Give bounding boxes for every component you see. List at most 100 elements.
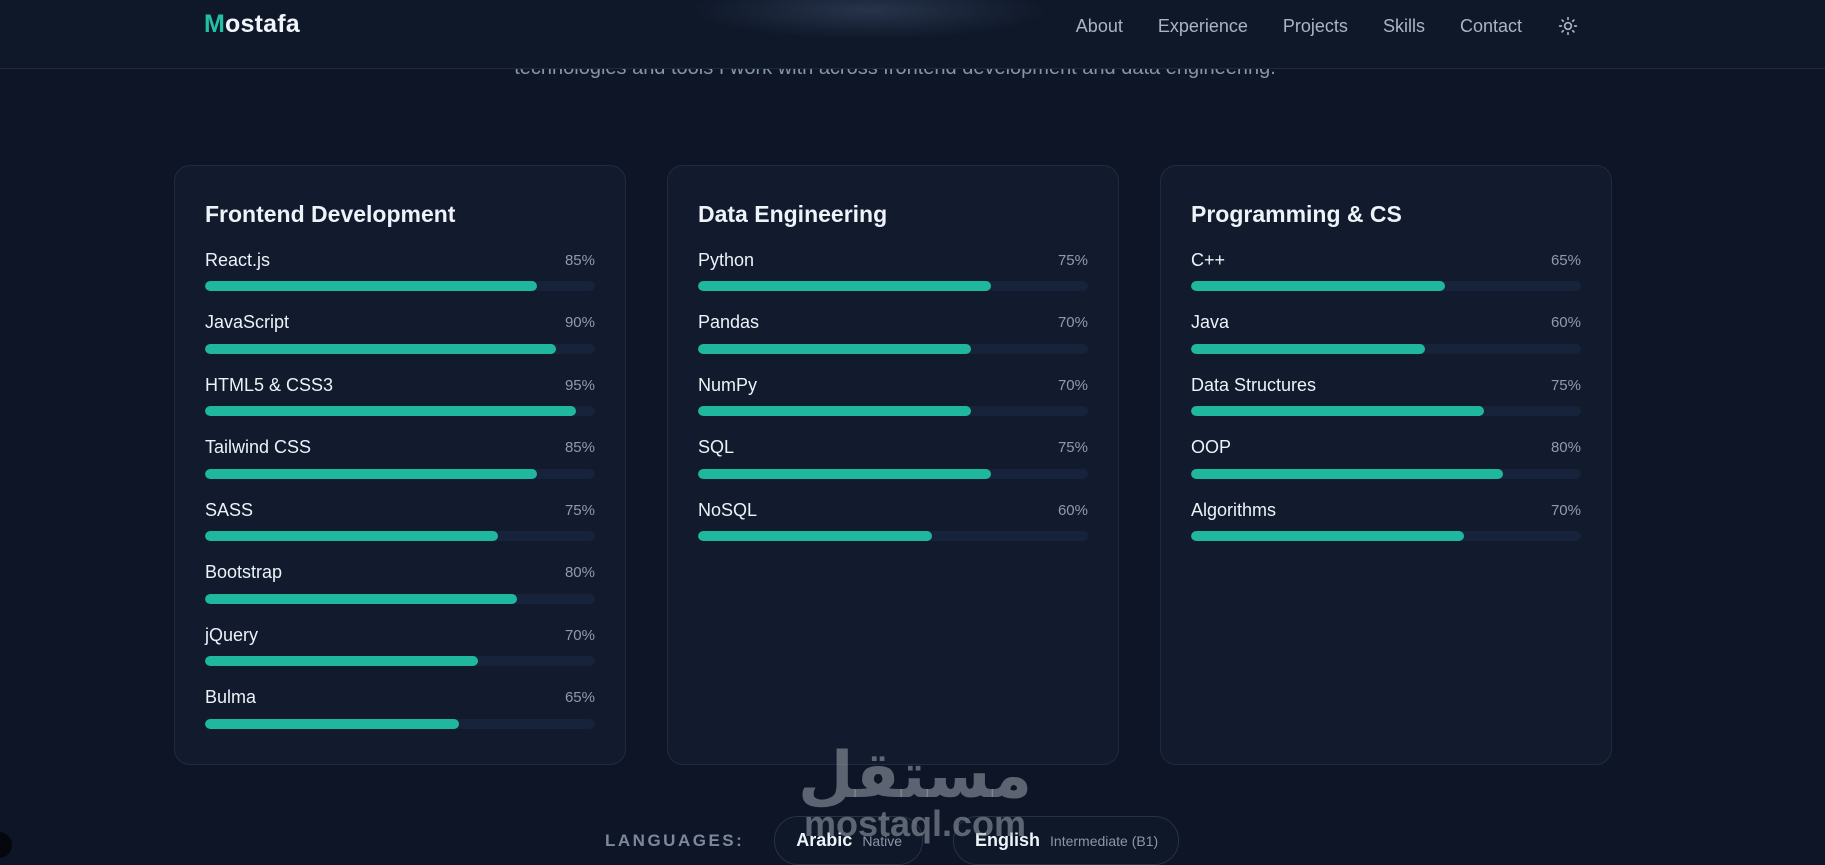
progress-track [205,593,595,604]
progress-track [698,281,1088,291]
nav-link-about[interactable]: About [1076,14,1123,38]
skill-percent: 75% [1057,439,1088,456]
progress-track [698,531,1088,541]
progress-track [698,468,1088,479]
skill-percent: 60% [1057,501,1088,519]
skill-percent: 70% [564,626,595,644]
progress-track [205,281,595,291]
skill-percent: 85% [564,439,595,456]
skill-percent: 70% [1057,314,1088,331]
skill-item: JavaScript 90% [205,311,595,374]
skill-item: Bulma 65% [205,686,595,749]
skill-name: Java [1191,312,1230,332]
progress-fill [205,593,517,604]
skill-name: Algorithms [1191,499,1277,520]
progress-fill [698,343,971,354]
skill-card-data-engineering: Data Engineering Python 75% Pandas 70% Num… [667,165,1119,765]
logo[interactable]: Mostafa [204,10,300,39]
nav-link-skills[interactable]: Skills [1383,14,1425,38]
skill-percent: 75% [1550,376,1581,394]
languages-label: LANGUAGES: [605,830,745,850]
skill-item: HTML5 & CSS3 95% [205,373,595,436]
skill-list: C++ 65% Java 60% Data Structures 75% OOP 80%… [1191,248,1581,561]
skill-item: Bootstrap 80% [205,561,595,624]
language-level: Intermediate (B1) [1050,833,1159,849]
skill-item: SASS 75% [205,498,595,561]
progress-track [1191,406,1581,416]
progress-fill [205,406,576,416]
progress-track [205,718,595,729]
skill-name: NumPy [698,374,758,395]
skill-name: Bulma [205,687,257,707]
logo-initial: M [204,10,226,38]
skill-name: SASS [205,499,254,520]
skill-name: JavaScript [205,312,290,332]
progress-fill [1191,343,1425,354]
skill-item: C++ 65% [1191,248,1581,311]
theme-toggle-button[interactable] [1557,15,1579,37]
progress-track [1191,281,1581,291]
nav-link-contact[interactable]: Contact [1460,14,1522,38]
skill-item: Java 60% [1191,311,1581,374]
progress-track [205,531,595,541]
skill-percent: 90% [564,314,595,331]
progress-fill [1191,468,1503,479]
skill-item: OOP 80% [1191,436,1581,499]
progress-track [698,343,1088,354]
skill-card-programming: Programming & CS C++ 65% Java 60% Data Str… [1160,165,1612,765]
nav-glow [690,0,1050,40]
progress-fill [205,468,537,479]
progress-fill [698,531,932,541]
progress-fill [1191,281,1445,291]
nav-link-experience[interactable]: Experience [1158,14,1248,38]
skill-name: React.js [205,249,271,270]
corner-dot [0,832,12,858]
skill-item: Data Structures 75% [1191,373,1581,436]
progress-fill [1191,531,1464,541]
skill-name: NoSQL [698,499,758,520]
progress-track [205,468,595,479]
skill-item: jQuery 70% [205,623,595,686]
card-title: Programming & CS [1191,201,1402,227]
skill-item: NumPy 70% [698,373,1088,436]
progress-fill [698,406,971,416]
skill-item: Pandas 70% [698,311,1088,374]
skill-percent: 75% [1057,251,1088,269]
progress-track [1191,468,1581,479]
progress-track [205,343,595,354]
skill-item: React.js 85% [205,248,595,311]
skill-name: C++ [1191,249,1226,270]
nav-links: About Experience Projects Skills Contact [1041,14,1579,38]
skill-name: OOP [1191,437,1232,457]
skill-percent: 80% [1550,439,1581,456]
skill-percent: 70% [1550,501,1581,519]
progress-fill [205,343,556,354]
progress-fill [698,468,991,479]
skill-name: Bootstrap [205,562,283,582]
skill-percent: 80% [564,564,595,581]
skill-item: Algorithms 70% [1191,498,1581,561]
progress-track [205,406,595,416]
skill-name: Pandas [698,312,760,332]
skill-name: SQL [698,437,735,457]
skill-name: HTML5 & CSS3 [205,374,334,395]
navbar: Mostafa About Experience Projects Skills… [0,0,1825,69]
skill-item: Python 75% [698,248,1088,311]
progress-fill [205,718,459,729]
skill-item: Tailwind CSS 85% [205,436,595,499]
skill-name: jQuery [205,624,259,645]
progress-track [1191,531,1581,541]
card-title: Data Engineering [698,201,888,227]
watermark: مستقل mostaql.com [790,740,1040,842]
progress-fill [698,281,991,291]
skill-item: SQL 75% [698,436,1088,499]
skill-name: Python [698,249,755,270]
skill-item: NoSQL 60% [698,498,1088,561]
skill-percent: 60% [1550,314,1581,331]
nav-link-projects[interactable]: Projects [1283,14,1348,38]
skill-percent: 85% [564,251,595,269]
card-title: Frontend Development [205,201,456,227]
progress-track [1191,343,1581,354]
skill-card-frontend: Frontend Development React.js 85% JavaScr… [174,165,626,765]
progress-track [698,406,1088,416]
